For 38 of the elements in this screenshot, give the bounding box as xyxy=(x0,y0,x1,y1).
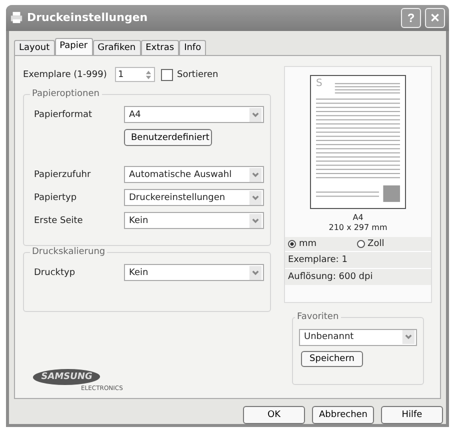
dropdown[interactable]: Automatische Auswahl xyxy=(124,166,264,184)
collate-checkbox[interactable]: Sortieren xyxy=(161,68,218,81)
logo-brand: SAMSUNG xyxy=(32,369,102,385)
field-label: Papierformat xyxy=(34,110,94,120)
group-title: Druckskalierung xyxy=(30,246,108,257)
dialog-button[interactable]: Hilfe xyxy=(381,406,443,424)
field-label: Papierzufuhr xyxy=(34,170,92,180)
dialog-button[interactable]: OK xyxy=(243,406,305,424)
unit-radio[interactable]: Zoll xyxy=(356,238,384,249)
dropdown[interactable]: Druckereinstellungen xyxy=(124,189,264,206)
tab[interactable]: Info xyxy=(179,40,206,55)
page-mark: S xyxy=(316,78,322,89)
dropdown[interactable]: Kein xyxy=(124,212,264,230)
printer-icon xyxy=(10,11,23,24)
dropdown[interactable]: Kein xyxy=(124,264,264,282)
dialog-button[interactable]: Abbrechen xyxy=(312,406,374,424)
group-title: Papieroptionen xyxy=(30,88,102,99)
favorites-dropdown[interactable]: Unbenannt xyxy=(299,328,417,346)
unit-radio[interactable]: mm xyxy=(288,238,317,249)
copies-label: Exemplare (1-999) xyxy=(23,70,108,80)
paper-format: A4 xyxy=(352,212,364,223)
save-button[interactable]: Speichern xyxy=(301,350,363,367)
spinner-arrows-icon xyxy=(145,68,152,81)
copies-info: Exemplare: 1 xyxy=(285,250,431,268)
copies-spinner[interactable]: 1 xyxy=(115,67,155,82)
resolution-info: Auflösung: 600 dpi xyxy=(285,268,431,285)
custom-size-button[interactable]: Benutzerdefiniert xyxy=(124,129,212,146)
field-label: Papiertyp xyxy=(34,192,78,203)
tab[interactable]: Layout xyxy=(14,40,55,55)
paper-size: 210 x 297 mm xyxy=(328,222,388,233)
dropdown[interactable]: A4 xyxy=(124,106,264,124)
field-label: Erste Seite xyxy=(34,216,84,226)
tab[interactable]: Extras xyxy=(140,40,180,55)
tab[interactable]: Papier xyxy=(54,38,93,55)
window-title: Druckeinstellungen xyxy=(27,11,149,24)
field-label: Drucktyp xyxy=(34,268,76,278)
group-title: Favoriten xyxy=(295,312,341,322)
tab[interactable]: Grafiken xyxy=(92,40,141,55)
